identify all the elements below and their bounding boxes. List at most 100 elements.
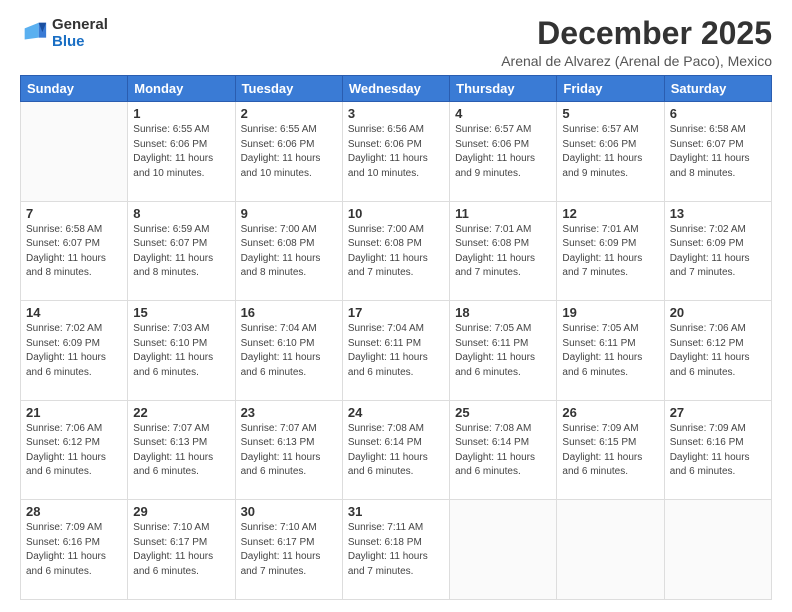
day-info: Sunrise: 7:09 AM Sunset: 6:16 PM Dayligh… xyxy=(26,521,122,579)
calendar-cell: 20Sunrise: 7:06 AM Sunset: 6:12 PM Dayli… xyxy=(664,301,771,401)
day-info: Sunrise: 7:08 AM Sunset: 6:14 PM Dayligh… xyxy=(348,422,444,480)
day-info: Sunrise: 7:04 AM Sunset: 6:11 PM Dayligh… xyxy=(348,322,444,380)
day-number: 19 xyxy=(562,305,658,320)
calendar-cell: 24Sunrise: 7:08 AM Sunset: 6:14 PM Dayli… xyxy=(342,400,449,500)
day-info: Sunrise: 7:01 AM Sunset: 6:09 PM Dayligh… xyxy=(562,223,658,281)
calendar-cell xyxy=(450,500,557,600)
calendar-cell: 25 Sunrise: 7:08 AM Sunset: 6:14 PM Dayli… xyxy=(450,400,557,500)
calendar-cell: 6 Sunrise: 6:58 AM Sunset: 6:07 PM Daylig… xyxy=(664,102,771,202)
calendar-cell: 16 Sunrise: 7:04 AM Sunset: 6:10 PM Dayli… xyxy=(235,301,342,401)
weekday-header: Tuesday xyxy=(235,76,342,102)
weekday-header: Sunday xyxy=(21,76,128,102)
day-info: Sunrise: 7:07 AM Sunset: 6:13 PM Dayligh… xyxy=(133,422,229,480)
day-number: 7 xyxy=(26,206,122,221)
calendar-cell: 12 Sunrise: 7:01 AM Sunset: 6:09 PM Dayli… xyxy=(557,201,664,301)
day-number: 18 xyxy=(455,305,551,320)
month-title: December 2025 xyxy=(501,16,772,51)
day-number: 2 xyxy=(241,106,337,121)
day-number: 3 xyxy=(348,106,444,121)
weekday-header: Saturday xyxy=(664,76,771,102)
calendar-cell: 29 Sunrise: 7:10 AM Sunset: 6:17 PM Dayli… xyxy=(128,500,235,600)
calendar-cell xyxy=(21,102,128,202)
calendar-cell: 18 Sunrise: 7:05 AM Sunset: 6:11 PM Dayli… xyxy=(450,301,557,401)
calendar-cell: 8 Sunrise: 6:59 AM Sunset: 6:07 PM Daylig… xyxy=(128,201,235,301)
logo: General Blue xyxy=(20,16,108,51)
calendar-cell: 23 Sunrise: 7:07 AM Sunset: 6:13 PM Dayli… xyxy=(235,400,342,500)
day-info: Sunrise: 7:11 AM Sunset: 6:18 PM Dayligh… xyxy=(348,521,444,579)
day-number: 6 xyxy=(670,106,766,121)
weekday-header: Monday xyxy=(128,76,235,102)
calendar-cell: 17 Sunrise: 7:04 AM Sunset: 6:11 PM Dayli… xyxy=(342,301,449,401)
day-info: Sunrise: 6:59 AM Sunset: 6:07 PM Dayligh… xyxy=(133,223,229,281)
day-number: 17 xyxy=(348,305,444,320)
calendar-header-row: SundayMondayTuesdayWednesdayThursdayFrid… xyxy=(21,76,772,102)
logo-line2: Blue xyxy=(52,33,108,50)
calendar-cell: 11 Sunrise: 7:01 AM Sunset: 6:08 PM Dayli… xyxy=(450,201,557,301)
day-info: Sunrise: 7:09 AM Sunset: 6:15 PM Dayligh… xyxy=(562,422,658,480)
calendar-cell: 15Sunrise: 7:03 AM Sunset: 6:10 PM Dayli… xyxy=(128,301,235,401)
day-info: Sunrise: 7:01 AM Sunset: 6:08 PM Dayligh… xyxy=(455,223,551,281)
day-info: Sunrise: 7:07 AM Sunset: 6:13 PM Dayligh… xyxy=(241,422,337,480)
day-number: 16 xyxy=(241,305,337,320)
day-info: Sunrise: 6:58 AM Sunset: 6:07 PM Dayligh… xyxy=(670,123,766,181)
weekday-header: Friday xyxy=(557,76,664,102)
location-title: Arenal de Alvarez (Arenal de Paco), Mexi… xyxy=(501,53,772,69)
calendar-week-row: 7 Sunrise: 6:58 AM Sunset: 6:07 PM Daylig… xyxy=(21,201,772,301)
day-info: Sunrise: 7:00 AM Sunset: 6:08 PM Dayligh… xyxy=(241,223,337,281)
calendar-cell: 4Sunrise: 6:57 AM Sunset: 6:06 PM Daylig… xyxy=(450,102,557,202)
day-info: Sunrise: 7:02 AM Sunset: 6:09 PM Dayligh… xyxy=(670,223,766,281)
day-number: 21 xyxy=(26,405,122,420)
logo-text: General Blue xyxy=(52,16,108,51)
day-info: Sunrise: 7:00 AM Sunset: 6:08 PM Dayligh… xyxy=(348,223,444,281)
day-info: Sunrise: 6:57 AM Sunset: 6:06 PM Dayligh… xyxy=(562,123,658,181)
calendar-cell: 28 Sunrise: 7:09 AM Sunset: 6:16 PM Dayli… xyxy=(21,500,128,600)
day-number: 26 xyxy=(562,405,658,420)
day-info: Sunrise: 7:10 AM Sunset: 6:17 PM Dayligh… xyxy=(241,521,337,579)
day-number: 11 xyxy=(455,206,551,221)
day-info: Sunrise: 7:04 AM Sunset: 6:10 PM Dayligh… xyxy=(241,322,337,380)
calendar-cell: 3 Sunrise: 6:56 AM Sunset: 6:06 PM Daylig… xyxy=(342,102,449,202)
title-block: December 2025 Arenal de Alvarez (Arenal … xyxy=(501,16,772,69)
calendar-week-row: 1 Sunrise: 6:55 AM Sunset: 6:06 PM Daylig… xyxy=(21,102,772,202)
weekday-header: Thursday xyxy=(450,76,557,102)
calendar-cell: 9Sunrise: 7:00 AM Sunset: 6:08 PM Daylig… xyxy=(235,201,342,301)
calendar-cell: 1 Sunrise: 6:55 AM Sunset: 6:06 PM Daylig… xyxy=(128,102,235,202)
day-info: Sunrise: 7:06 AM Sunset: 6:12 PM Dayligh… xyxy=(26,422,122,480)
day-number: 29 xyxy=(133,504,229,519)
day-number: 28 xyxy=(26,504,122,519)
day-number: 14 xyxy=(26,305,122,320)
day-number: 5 xyxy=(562,106,658,121)
calendar-cell: 5 Sunrise: 6:57 AM Sunset: 6:06 PM Daylig… xyxy=(557,102,664,202)
day-info: Sunrise: 7:09 AM Sunset: 6:16 PM Dayligh… xyxy=(670,422,766,480)
day-info: Sunrise: 7:03 AM Sunset: 6:10 PM Dayligh… xyxy=(133,322,229,380)
day-info: Sunrise: 7:08 AM Sunset: 6:14 PM Dayligh… xyxy=(455,422,551,480)
calendar-cell: 19 Sunrise: 7:05 AM Sunset: 6:11 PM Dayli… xyxy=(557,301,664,401)
logo-line1: General xyxy=(52,16,108,33)
calendar-cell: 22 Sunrise: 7:07 AM Sunset: 6:13 PM Dayli… xyxy=(128,400,235,500)
day-number: 31 xyxy=(348,504,444,519)
day-info: Sunrise: 7:06 AM Sunset: 6:12 PM Dayligh… xyxy=(670,322,766,380)
day-number: 23 xyxy=(241,405,337,420)
day-info: Sunrise: 6:55 AM Sunset: 6:06 PM Dayligh… xyxy=(241,123,337,181)
logo-icon xyxy=(20,19,48,47)
day-number: 25 xyxy=(455,405,551,420)
day-info: Sunrise: 7:10 AM Sunset: 6:17 PM Dayligh… xyxy=(133,521,229,579)
day-number: 4 xyxy=(455,106,551,121)
day-info: Sunrise: 6:55 AM Sunset: 6:06 PM Dayligh… xyxy=(133,123,229,181)
calendar-cell: 13Sunrise: 7:02 AM Sunset: 6:09 PM Dayli… xyxy=(664,201,771,301)
day-number: 30 xyxy=(241,504,337,519)
day-info: Sunrise: 7:05 AM Sunset: 6:11 PM Dayligh… xyxy=(455,322,551,380)
day-info: Sunrise: 6:56 AM Sunset: 6:06 PM Dayligh… xyxy=(348,123,444,181)
calendar-cell: 30 Sunrise: 7:10 AM Sunset: 6:17 PM Dayli… xyxy=(235,500,342,600)
day-number: 12 xyxy=(562,206,658,221)
day-info: Sunrise: 6:58 AM Sunset: 6:07 PM Dayligh… xyxy=(26,223,122,281)
calendar-week-row: 21 Sunrise: 7:06 AM Sunset: 6:12 PM Dayli… xyxy=(21,400,772,500)
day-number: 27 xyxy=(670,405,766,420)
day-number: 22 xyxy=(133,405,229,420)
day-number: 1 xyxy=(133,106,229,121)
day-info: Sunrise: 7:05 AM Sunset: 6:11 PM Dayligh… xyxy=(562,322,658,380)
weekday-header: Wednesday xyxy=(342,76,449,102)
calendar-cell: 10Sunrise: 7:00 AM Sunset: 6:08 PM Dayli… xyxy=(342,201,449,301)
calendar-cell: 21 Sunrise: 7:06 AM Sunset: 6:12 PM Dayli… xyxy=(21,400,128,500)
day-number: 8 xyxy=(133,206,229,221)
